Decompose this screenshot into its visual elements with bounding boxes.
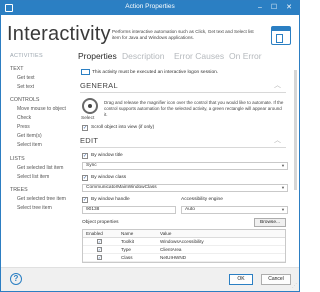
by-window-title-checkbox[interactable]: ✓ bbox=[82, 153, 88, 159]
note-text: This activity must be executed an intera… bbox=[92, 70, 219, 75]
header-description: Performs interactive automation such as … bbox=[112, 29, 254, 40]
object-properties-grid: Enabled Name Value ✓ Toolkit WindowsAcce… bbox=[82, 229, 286, 263]
table-row[interactable]: ✓ Toolkit WindowsAccessibility bbox=[83, 238, 285, 246]
column-enabled[interactable]: Enabled bbox=[86, 230, 103, 238]
content-scrollbar[interactable] bbox=[293, 64, 298, 264]
help-icon[interactable]: ? bbox=[10, 273, 22, 285]
sidebar-item-check[interactable]: Check bbox=[17, 115, 31, 121]
footer: ? OK Cancel ⋰ bbox=[1, 267, 299, 291]
edit-divider bbox=[80, 147, 286, 148]
interactive-logon-note: This activity must be executed an intera… bbox=[80, 68, 290, 77]
tab-description[interactable]: Description bbox=[122, 51, 165, 61]
accessibility-engine-value: Auto bbox=[185, 207, 195, 212]
chevron-down-icon: ▼ bbox=[281, 163, 285, 168]
scroll-into-view-label: Scroll object into view (if only) bbox=[91, 125, 155, 130]
sidebar-caption: ACTIVITIES bbox=[10, 53, 43, 59]
sidebar-item-select-tree-item[interactable]: Select tree item bbox=[17, 205, 52, 211]
general-divider bbox=[80, 92, 286, 93]
header: Interactivity Performs interactive autom… bbox=[1, 15, 299, 51]
general-section-heading: GENERAL bbox=[80, 81, 118, 90]
row-name: Type bbox=[121, 247, 131, 252]
sidebar-item-get-selected-tree-item[interactable]: Get selected tree item bbox=[17, 196, 66, 202]
window-title-value: Sync bbox=[86, 163, 97, 168]
by-window-handle-checkbox[interactable]: ✓ bbox=[82, 197, 88, 203]
action-properties-window: Action Properties – ☐ ✕ Interactivity Pe… bbox=[0, 0, 300, 292]
row-enabled-checkbox[interactable]: ✓ bbox=[97, 255, 102, 260]
sidebar-item-move-mouse-to-object[interactable]: Move mouse to object bbox=[10, 105, 67, 113]
row-enabled-checkbox[interactable]: ✓ bbox=[97, 247, 102, 252]
sidebar-item-press[interactable]: Press bbox=[17, 124, 30, 130]
object-properties-label: Object properties bbox=[82, 220, 119, 225]
sidebar-item-select-list-item[interactable]: Select list item bbox=[17, 174, 49, 180]
collapse-edit-icon[interactable]: ︿ bbox=[274, 135, 281, 145]
maximize-button[interactable]: ☐ bbox=[269, 3, 279, 12]
sidebar-group-trees: TREES bbox=[10, 187, 28, 193]
column-name[interactable]: Name bbox=[121, 230, 133, 238]
sidebar-group-text: TEXT bbox=[10, 66, 24, 72]
close-button[interactable]: ✕ bbox=[284, 3, 294, 12]
by-window-class-checkbox[interactable]: ✓ bbox=[82, 175, 88, 181]
scroll-into-view-checkbox[interactable]: ✓ bbox=[82, 125, 88, 131]
row-value: NetUIHWND bbox=[160, 255, 187, 260]
row-value: ClientArea bbox=[160, 247, 182, 252]
by-window-title-label: By window title bbox=[91, 153, 123, 158]
minimize-button[interactable]: – bbox=[255, 3, 265, 12]
window-title-dropdown[interactable]: Sync ▼ bbox=[82, 162, 288, 170]
table-row[interactable]: ✓ Class NetUIHWND bbox=[83, 254, 285, 262]
monitor-icon bbox=[81, 69, 90, 75]
window-class-value: CommunicatorMainWindowClass bbox=[86, 185, 157, 190]
page-title: Interactivity bbox=[7, 23, 111, 45]
browse-button[interactable]: Browse... bbox=[254, 218, 286, 227]
tab-error-causes[interactable]: Error Causes bbox=[174, 51, 224, 61]
row-value: WindowsAccessibility bbox=[160, 239, 204, 244]
edit-section-heading: EDIT bbox=[80, 136, 99, 145]
row-name: Class bbox=[121, 255, 133, 260]
resize-grip-icon[interactable]: ⋰ bbox=[292, 283, 297, 289]
table-row[interactable]: ✓ Type ClientArea bbox=[83, 246, 285, 254]
chevron-down-icon: ▼ bbox=[281, 185, 285, 190]
window-class-dropdown[interactable]: CommunicatorMainWindowClass ▼ bbox=[82, 184, 288, 192]
column-value[interactable]: Value bbox=[160, 230, 171, 238]
select-label: Select bbox=[81, 116, 95, 121]
sidebar: ACTIVITIES TEXT Get text Set text CONTRO… bbox=[1, 51, 69, 267]
accessibility-engine-label: Accessibility engine bbox=[181, 197, 223, 202]
chevron-down-icon: ▼ bbox=[281, 207, 285, 212]
window-handle-field[interactable]: 90138 bbox=[82, 206, 176, 214]
sidebar-group-controls: CONTROLS bbox=[10, 97, 40, 103]
sidebar-item-set-text[interactable]: Set text bbox=[17, 84, 34, 90]
magnifier-target-icon[interactable] bbox=[82, 98, 98, 114]
tab-properties[interactable]: Properties bbox=[78, 51, 117, 61]
cancel-button[interactable]: Cancel bbox=[261, 274, 291, 285]
grid-header: Enabled Name Value bbox=[83, 230, 285, 238]
row-name: Toolkit bbox=[121, 239, 135, 244]
accessibility-engine-dropdown[interactable]: Auto ▼ bbox=[181, 206, 288, 214]
sidebar-item-get-selected-list-item[interactable]: Get selected list item bbox=[17, 165, 63, 171]
collapse-general-icon[interactable]: ︿ bbox=[274, 80, 281, 90]
sidebar-item-get-text[interactable]: Get text bbox=[17, 75, 35, 81]
sidebar-item-get-items[interactable]: Get item(s) bbox=[17, 133, 42, 139]
drag-instructions: Drag and release the magnifier icon over… bbox=[104, 100, 284, 117]
ok-button[interactable]: OK bbox=[229, 274, 253, 285]
sidebar-group-lists: LISTS bbox=[10, 156, 25, 162]
title-bar[interactable]: Action Properties – ☐ ✕ bbox=[1, 1, 299, 15]
properties-panel: This activity must be executed an intera… bbox=[78, 64, 292, 264]
by-window-handle-label: By window handle bbox=[91, 197, 130, 202]
by-window-class-label: By window class bbox=[91, 175, 127, 180]
tab-on-error[interactable]: On Error bbox=[229, 51, 262, 61]
sidebar-item-select-item[interactable]: Select item bbox=[17, 142, 42, 148]
activity-icon bbox=[271, 26, 291, 45]
row-enabled-checkbox[interactable]: ✓ bbox=[97, 239, 102, 244]
